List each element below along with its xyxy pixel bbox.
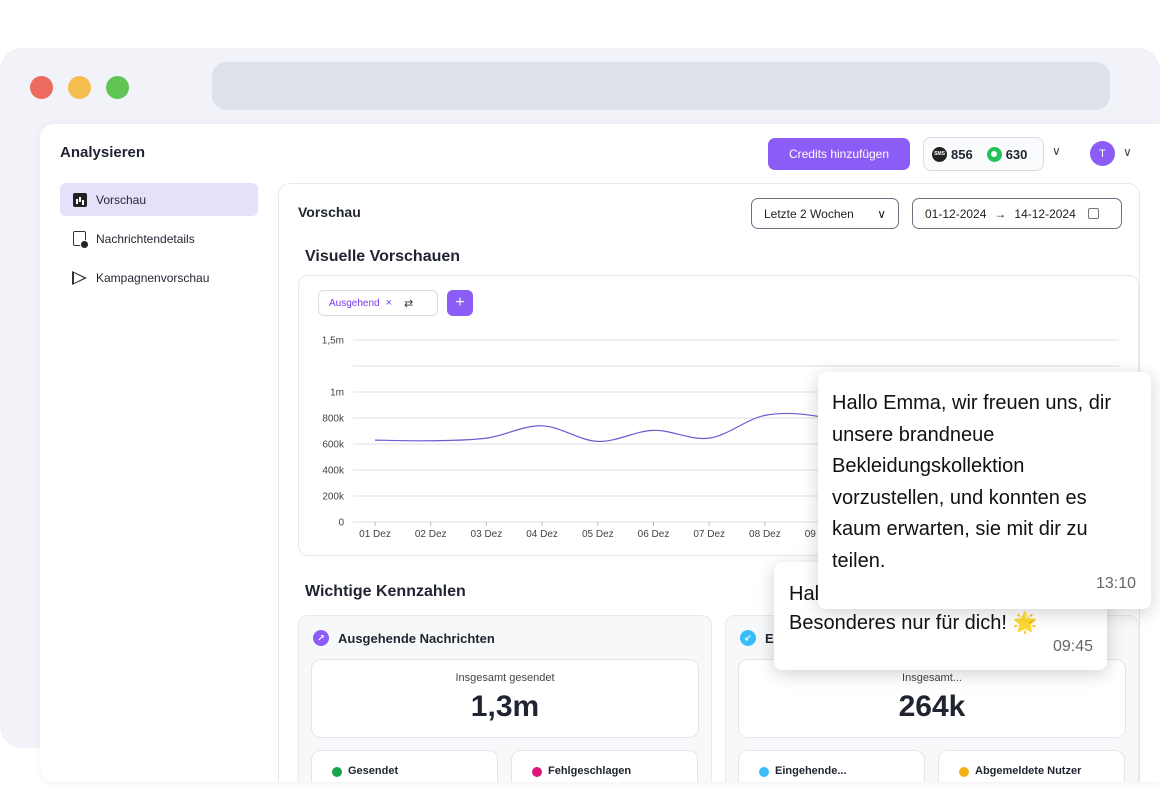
chevron-down-icon[interactable]: ∨ <box>1052 144 1061 158</box>
kpi-sub-incoming: Eingehende... <box>738 750 925 782</box>
x-tick-label: 03 Dez <box>471 529 503 540</box>
sidebar: Vorschau Nachrichtendetails Kampagnenvor… <box>60 183 258 300</box>
arrow-up-right-icon: ↗ <box>313 630 329 646</box>
kpi-total-label: Insgesamt... <box>902 672 962 684</box>
kpi-card-outgoing: ↗ Ausgehende Nachrichten Insgesamt gesen… <box>298 615 712 782</box>
x-tick-label: 08 Dez <box>749 529 781 540</box>
whatsapp-credits: 630 <box>1005 146 1028 162</box>
period-value: Letzte 2 Wochen <box>764 206 854 221</box>
kpi-total-box: Insgesamt... 264k <box>738 659 1126 738</box>
chevron-down-icon: ∨ <box>877 206 886 221</box>
arrow-down-left-icon: ↙ <box>740 630 756 646</box>
sms-credits: 856 <box>951 146 973 162</box>
status-dot <box>532 767 542 777</box>
message-details-icon <box>72 231 89 249</box>
app-title: Analysieren <box>60 144 146 161</box>
kpi-sub-label: Fehlgeschlagen <box>548 765 632 777</box>
message-time: 09:45 <box>1052 638 1093 655</box>
kpi-card-header: ↙ Ei <box>740 630 777 646</box>
kpi-total-box: Insgesamt gesendet 1,3m <box>311 659 699 738</box>
kpi-total-value: 264k <box>898 690 966 723</box>
x-tick-label: 07 Dez <box>693 529 725 540</box>
avatar[interactable]: T <box>1090 141 1115 166</box>
y-tick-label: 0 <box>338 518 344 529</box>
window-maximize-dot[interactable] <box>106 76 129 99</box>
kpi-sub-label: Gesendet <box>348 765 399 777</box>
add-filter-button[interactable]: + <box>447 290 473 316</box>
y-tick-label: 600k <box>322 440 345 451</box>
address-bar[interactable] <box>212 62 1110 110</box>
status-dot <box>959 767 969 777</box>
message-text: Hallo Emma, wir freuen uns, dir unsere b… <box>832 392 1111 572</box>
sidebar-item-label: Vorschau <box>96 192 147 207</box>
kpi-card-header: ↗ Ausgehende Nachrichten <box>313 630 495 646</box>
x-tick-label: 05 Dez <box>582 529 614 540</box>
kpi-sub-sent: Gesendet <box>311 750 498 782</box>
calendar-icon <box>1087 208 1099 219</box>
x-tick-label: 01 Dez <box>359 529 391 540</box>
sidebar-item-nachrichtendetails[interactable]: Nachrichtendetails <box>60 222 258 255</box>
sidebar-item-vorschau[interactable]: Vorschau <box>60 183 258 216</box>
kpi-total-value: 1,3m <box>470 690 540 723</box>
chevron-down-icon[interactable]: ∨ <box>1123 145 1132 159</box>
message-line: Besonderes nur für dich! 🌟 <box>789 612 1038 634</box>
close-icon[interactable]: × <box>386 297 392 309</box>
filter-chip-outgoing[interactable]: Ausgehend × ⇄ <box>318 290 438 316</box>
arrow-right-icon: → <box>994 206 1007 221</box>
status-dot <box>759 767 769 777</box>
kpi-total-label: Insgesamt gesendet <box>455 672 555 684</box>
filter-chip-label: Ausgehend <box>329 297 380 309</box>
window-close-dot[interactable] <box>30 76 53 99</box>
kpi-sub-label: Abgemeldete Nutzer <box>975 765 1082 777</box>
sidebar-item-kampagnenvorschau[interactable]: Kampagnenvorschau <box>60 261 258 294</box>
period-select[interactable]: Letzte 2 Wochen ∨ <box>751 198 899 229</box>
status-dot <box>332 767 342 777</box>
page-title: Vorschau <box>298 204 361 220</box>
kpi-sub-label: Eingehende... <box>775 765 847 777</box>
sliders-icon[interactable]: ⇄ <box>404 297 413 310</box>
date-range-picker[interactable]: 01-12-2024 → 14-12-2024 <box>912 198 1122 229</box>
sms-icon: SMS <box>932 146 947 162</box>
x-tick-label: 02 Dez <box>415 529 447 540</box>
date-from: 01-12-2024 <box>925 206 987 221</box>
visual-section-title: Visuelle Vorschauen <box>305 248 461 265</box>
message-time: 13:10 <box>1095 575 1136 592</box>
window-minimize-dot[interactable] <box>68 76 91 99</box>
sidebar-item-label: Nachrichtendetails <box>96 231 195 246</box>
y-tick-label: 800k <box>322 414 345 425</box>
send-icon <box>72 270 87 285</box>
y-tick-label: 1m <box>330 388 344 399</box>
kpi-card-title: Ausgehende Nachrichten <box>338 630 495 646</box>
x-tick-label: 04 Dez <box>526 529 558 540</box>
x-tick-label: 06 Dez <box>638 529 670 540</box>
y-tick-label: 200k <box>322 492 345 503</box>
kpi-sub-unsubscribed: Abgemeldete Nutzer <box>938 750 1125 782</box>
kpi-section-title: Wichtige Kennzahlen <box>305 583 466 600</box>
credit-balance[interactable]: SMS 856 630 <box>923 137 1044 171</box>
y-tick-label: 400k <box>322 466 345 477</box>
add-credits-button[interactable]: Credits hinzufügen <box>768 138 910 170</box>
kpi-sub-failed: Fehlgeschlagen <box>511 750 698 782</box>
y-tick-label: 1,5m <box>322 336 344 347</box>
bar-chart-icon <box>72 192 87 207</box>
message-bubble-primary: Hallo Emma, wir freuen uns, dir unsere b… <box>818 372 1151 609</box>
sidebar-item-label: Kampagnenvorschau <box>96 270 210 285</box>
whatsapp-icon <box>986 146 1002 162</box>
date-to: 14-12-2024 <box>1014 206 1076 221</box>
